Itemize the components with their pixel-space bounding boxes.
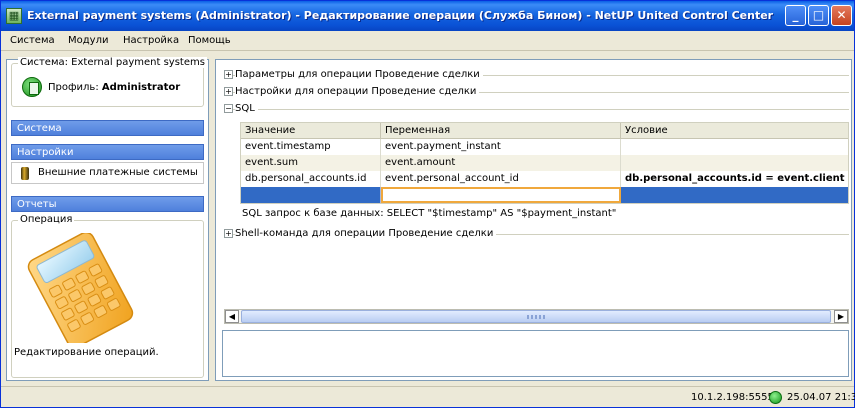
system-group: Система: External payment systems Профил… (11, 57, 207, 107)
table-row[interactable]: event.sum event.amount (241, 155, 848, 171)
collapse-icon[interactable]: − (224, 104, 233, 113)
fold-sql[interactable]: − SQL (224, 102, 849, 116)
fold-shell-label: Shell-команда для операции Проведение сд… (235, 228, 497, 239)
fold-settings[interactable]: + Настройки для операции Проведение сдел… (224, 85, 849, 99)
cell-value[interactable]: event.sum (241, 155, 381, 171)
profile-line: Профиль: Administrator (48, 82, 180, 93)
calculator-icon (27, 233, 134, 343)
profile-icon (22, 77, 42, 97)
status-datetime: 25.04.07 21:34 (787, 392, 855, 403)
right-panel: + Параметры для операции Проведение сдел… (215, 59, 852, 381)
operation-legend: Операция (18, 214, 75, 225)
scroll-thumb[interactable] (241, 310, 831, 323)
sql-mapping-table: Значение Переменная Условие event.timest… (240, 122, 849, 204)
maximize-button[interactable]: □ (808, 5, 829, 26)
system-legend: Система: External payment systems (18, 57, 207, 68)
left-panel: Система: External payment systems Профил… (6, 57, 209, 381)
sql-query-text: SQL запрос к базе данных: SELECT "$times… (242, 208, 617, 219)
description-textarea[interactable] (222, 330, 849, 377)
column-header-value[interactable]: Значение (241, 123, 381, 139)
scroll-right-icon[interactable]: ▶ (834, 310, 848, 323)
server-address: 10.1.2.198:55555 (691, 392, 781, 403)
cell-variable[interactable]: event.payment_instant (381, 139, 621, 155)
menu-system[interactable]: Система (10, 35, 55, 46)
cell-condition[interactable]: db.personal_accounts.id = event.client (621, 171, 848, 187)
cell-variable[interactable]: event.personal_account_id (381, 171, 621, 187)
menu-help[interactable]: Помощь (188, 35, 231, 46)
nav-item-label: Внешние платежные системы (38, 167, 198, 178)
fold-divider (224, 109, 849, 110)
table-row-selected[interactable] (241, 187, 848, 203)
table-header: Значение Переменная Условие (241, 123, 848, 139)
expand-icon[interactable]: + (224, 87, 233, 96)
menu-bar: Система Модули Настройка Помощь (1, 31, 854, 51)
section-settings[interactable]: Настройки (11, 144, 204, 160)
scroll-left-icon[interactable]: ◀ (225, 310, 239, 323)
cell-value[interactable] (241, 187, 381, 203)
horizontal-scrollbar[interactable]: ◀ ▶ (224, 309, 849, 324)
cell-condition[interactable] (621, 139, 848, 155)
payment-system-icon (21, 167, 29, 180)
nav-item-external-payments[interactable]: Внешние платежные системы (11, 162, 204, 184)
operation-caption: Редактирование операций. (14, 347, 159, 358)
column-header-variable[interactable]: Переменная (381, 123, 621, 139)
connection-status-icon (769, 391, 782, 404)
operation-group: Операция Редактирование операций. (11, 214, 204, 378)
profile-prefix: Профиль: (48, 82, 99, 93)
section-system[interactable]: Система (11, 120, 204, 136)
status-bar: 10.1.2.198:55555 25.04.07 21:34 (1, 386, 855, 407)
app-icon[interactable]: ▦ (6, 8, 22, 24)
close-button[interactable]: ✕ (831, 5, 852, 26)
profile-name: Administrator (101, 82, 181, 93)
cell-condition[interactable] (621, 187, 848, 203)
cell-variable[interactable]: event.amount (381, 155, 621, 171)
cell-value[interactable]: db.personal_accounts.id (241, 171, 381, 187)
table-row[interactable]: event.timestamp event.payment_instant (241, 139, 848, 155)
menu-modules[interactable]: Модули (68, 35, 108, 46)
expand-icon[interactable]: + (224, 229, 233, 238)
minimize-button[interactable]: _ (785, 5, 806, 26)
fold-params-label: Параметры для операции Проведение сделки (235, 69, 483, 80)
fold-settings-label: Настройки для операции Проведение сделки (235, 86, 480, 97)
menu-settings[interactable]: Настройка (123, 35, 179, 46)
app-window: ▦ External payment systems (Administrato… (0, 0, 855, 408)
cell-editor[interactable] (381, 187, 621, 203)
table-row[interactable]: db.personal_accounts.id event.personal_a… (241, 171, 848, 187)
cell-value[interactable]: event.timestamp (241, 139, 381, 155)
column-header-condition[interactable]: Условие (621, 123, 848, 139)
fold-params[interactable]: + Параметры для операции Проведение сдел… (224, 68, 849, 82)
window-title: External payment systems (Administrator)… (27, 9, 774, 22)
fold-shell[interactable]: + Shell-команда для операции Проведение … (224, 227, 849, 241)
title-bar[interactable]: ▦ External payment systems (Administrato… (1, 1, 854, 31)
expand-icon[interactable]: + (224, 70, 233, 79)
cell-condition[interactable] (621, 155, 848, 171)
fold-sql-label: SQL (235, 103, 258, 114)
section-reports[interactable]: Отчеты (11, 196, 204, 212)
